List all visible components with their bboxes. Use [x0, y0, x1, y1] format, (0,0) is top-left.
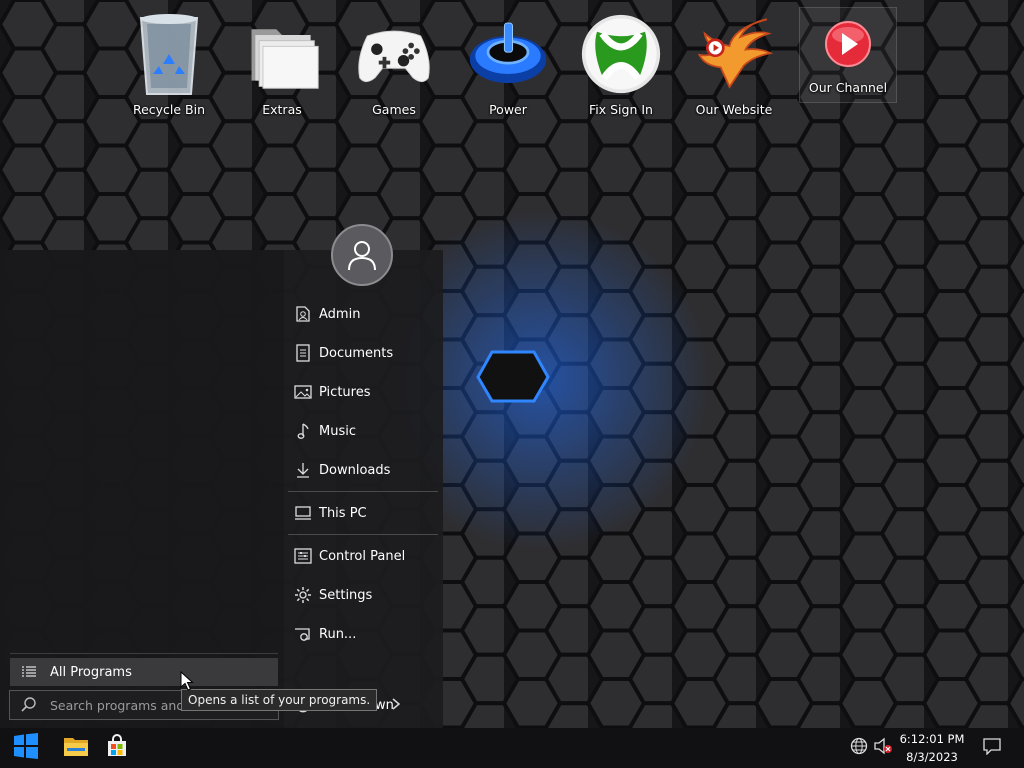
desktop-icon-label: Recycle Bin [132, 102, 206, 117]
desktop-icon-power[interactable]: Power [460, 6, 556, 124]
globe-network-icon [850, 737, 868, 759]
run-icon [291, 624, 315, 644]
start-place-run[interactable]: Run... [288, 617, 438, 651]
notification-icon [983, 737, 1001, 759]
music-note-icon [291, 421, 315, 441]
start-place-control-panel[interactable]: Control Panel [288, 539, 438, 573]
tray-network-button[interactable] [848, 737, 870, 759]
start-place-label: Settings [319, 587, 373, 603]
store-icon [105, 734, 129, 762]
desktop-icon-label: Fix Sign In [589, 102, 653, 117]
start-place-label: Control Panel [319, 548, 406, 564]
start-place-pictures[interactable]: Pictures [288, 375, 438, 409]
chevron-right-icon [391, 696, 401, 715]
start-place-label: This PC [319, 505, 367, 521]
mouse-cursor-icon [180, 671, 194, 691]
clock-date: 8/3/2023 [906, 750, 958, 764]
desktop-icon-label: Our Website [695, 102, 773, 117]
document-icon [291, 343, 315, 363]
picture-icon [291, 382, 315, 402]
gear-icon [291, 585, 315, 605]
gamepad-icon [354, 6, 434, 102]
search-icon [14, 696, 44, 714]
computer-icon [291, 503, 315, 523]
power-icon [468, 6, 548, 102]
desktop-icon-our-website[interactable]: Our Website [686, 6, 782, 124]
user-folder-icon [291, 304, 315, 324]
desktop-icon-label: Games [372, 102, 416, 117]
clock-time: 6:12:01 PM [899, 732, 965, 746]
windows-logo-icon [12, 733, 40, 763]
download-icon [291, 460, 315, 480]
taskbar-file-explorer[interactable] [56, 728, 96, 768]
desktop-icon-our-channel[interactable]: Our Channel [799, 7, 897, 103]
desktop-icon-recycle-bin[interactable]: Recycle Bin [121, 6, 217, 124]
recycle-bin-icon [129, 6, 209, 102]
all-programs-button[interactable]: All Programs [10, 658, 278, 686]
start-place-label: Documents [319, 345, 394, 361]
desktop-icon-label: Power [489, 102, 527, 117]
start-place-this-pc[interactable]: This PC [288, 496, 438, 530]
start-place-label: Downloads [319, 462, 391, 478]
start-place-settings[interactable]: Settings [288, 578, 438, 612]
start-place-label: Music [319, 423, 356, 439]
tray-clock[interactable]: 6:12:01 PM 8/3/2023 [890, 730, 974, 766]
taskbar-microsoft-store[interactable] [97, 728, 137, 768]
start-place-label: Run... [319, 626, 357, 642]
desktop-icon-fix-sign-in[interactable]: Fix Sign In [573, 6, 669, 124]
all-programs-label: All Programs [50, 664, 132, 680]
tooltip: Opens a list of your programs. [181, 689, 378, 711]
folder-icon [242, 6, 322, 102]
start-place-downloads[interactable]: Downloads [288, 453, 438, 487]
start-place-music[interactable]: Music [288, 414, 438, 448]
desktop-icon-label: Our Channel [808, 80, 888, 95]
start-place-admin[interactable]: Admin [288, 297, 438, 331]
start-menu-divider [288, 534, 438, 535]
shutdown-options-arrow[interactable] [386, 695, 406, 715]
taskbar [0, 728, 1024, 768]
phoenix-icon [694, 6, 774, 102]
xbox-icon [581, 6, 661, 102]
action-center-button[interactable] [978, 735, 1006, 761]
desktop-icon-label: Extras [262, 102, 302, 117]
user-avatar-icon[interactable] [331, 224, 393, 286]
desktop-icon-games[interactable]: Games [346, 6, 442, 124]
start-menu-divider [288, 491, 438, 492]
start-place-label: Pictures [319, 384, 371, 400]
start-menu-divider [10, 653, 278, 654]
play-icon [808, 8, 888, 80]
start-menu-program-list [0, 250, 284, 728]
start-place-documents[interactable]: Documents [288, 336, 438, 370]
start-place-label: Admin [319, 306, 361, 322]
start-button[interactable] [6, 728, 46, 768]
control-panel-icon [291, 546, 315, 566]
file-explorer-icon [63, 735, 89, 761]
desktop-icon-extras[interactable]: Extras [234, 6, 330, 124]
list-icon [16, 665, 42, 679]
